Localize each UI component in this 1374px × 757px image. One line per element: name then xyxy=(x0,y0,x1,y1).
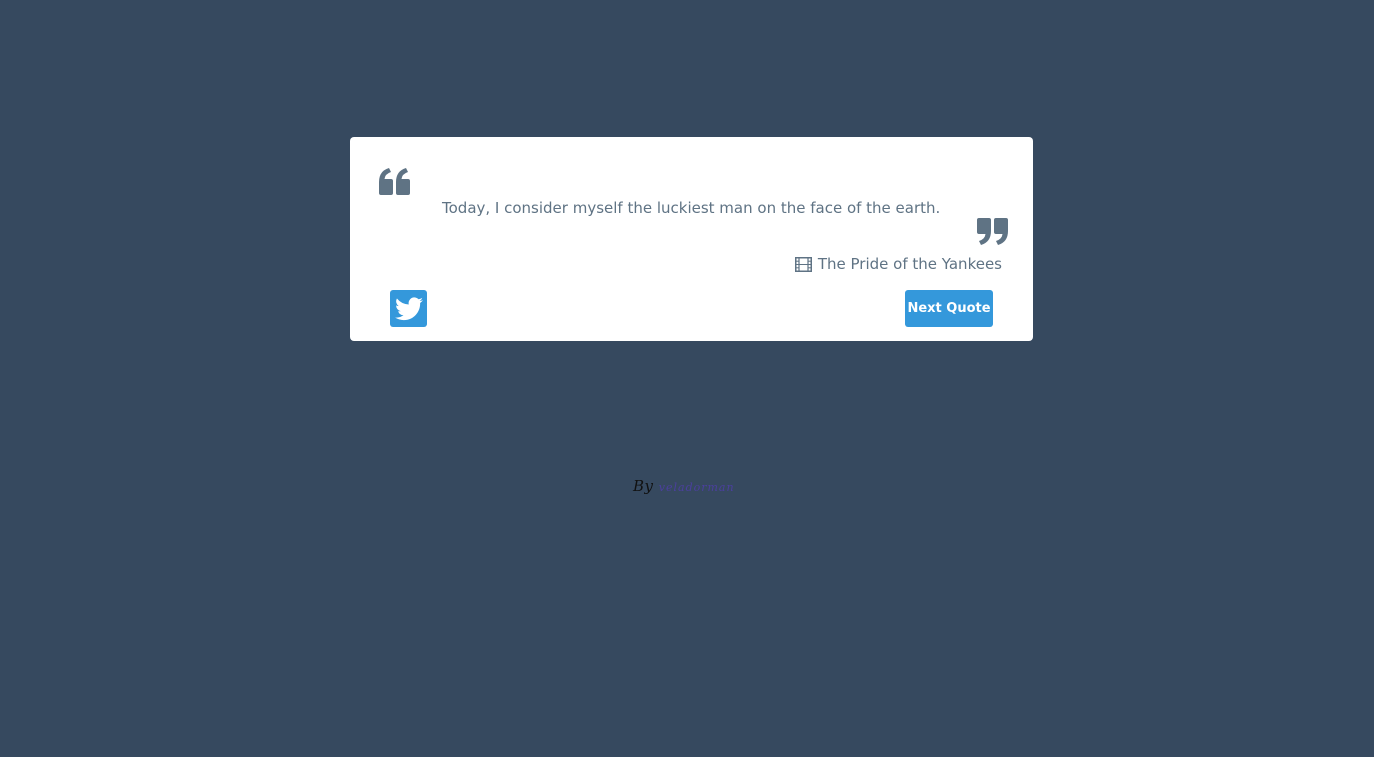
page: Today, I consider myself the luckiest ma… xyxy=(0,0,1374,757)
credit-line: By veladorman xyxy=(633,477,735,495)
film-icon xyxy=(794,256,812,272)
quote-source: The Pride of the Yankees xyxy=(794,254,1002,274)
twitter-icon xyxy=(394,296,423,320)
quote-right-icon xyxy=(977,218,1008,245)
next-quote-button[interactable]: Next Quote xyxy=(905,290,993,327)
author-link[interactable]: veladorman xyxy=(659,481,735,494)
quote-text: Today, I consider myself the luckiest ma… xyxy=(442,199,941,217)
tweet-button[interactable] xyxy=(390,290,427,327)
quote-source-title: The Pride of the Yankees xyxy=(817,255,1002,273)
quote-left-icon xyxy=(379,168,410,195)
credit-prefix: By xyxy=(633,477,654,495)
quote-card: Today, I consider myself the luckiest ma… xyxy=(350,137,1033,341)
